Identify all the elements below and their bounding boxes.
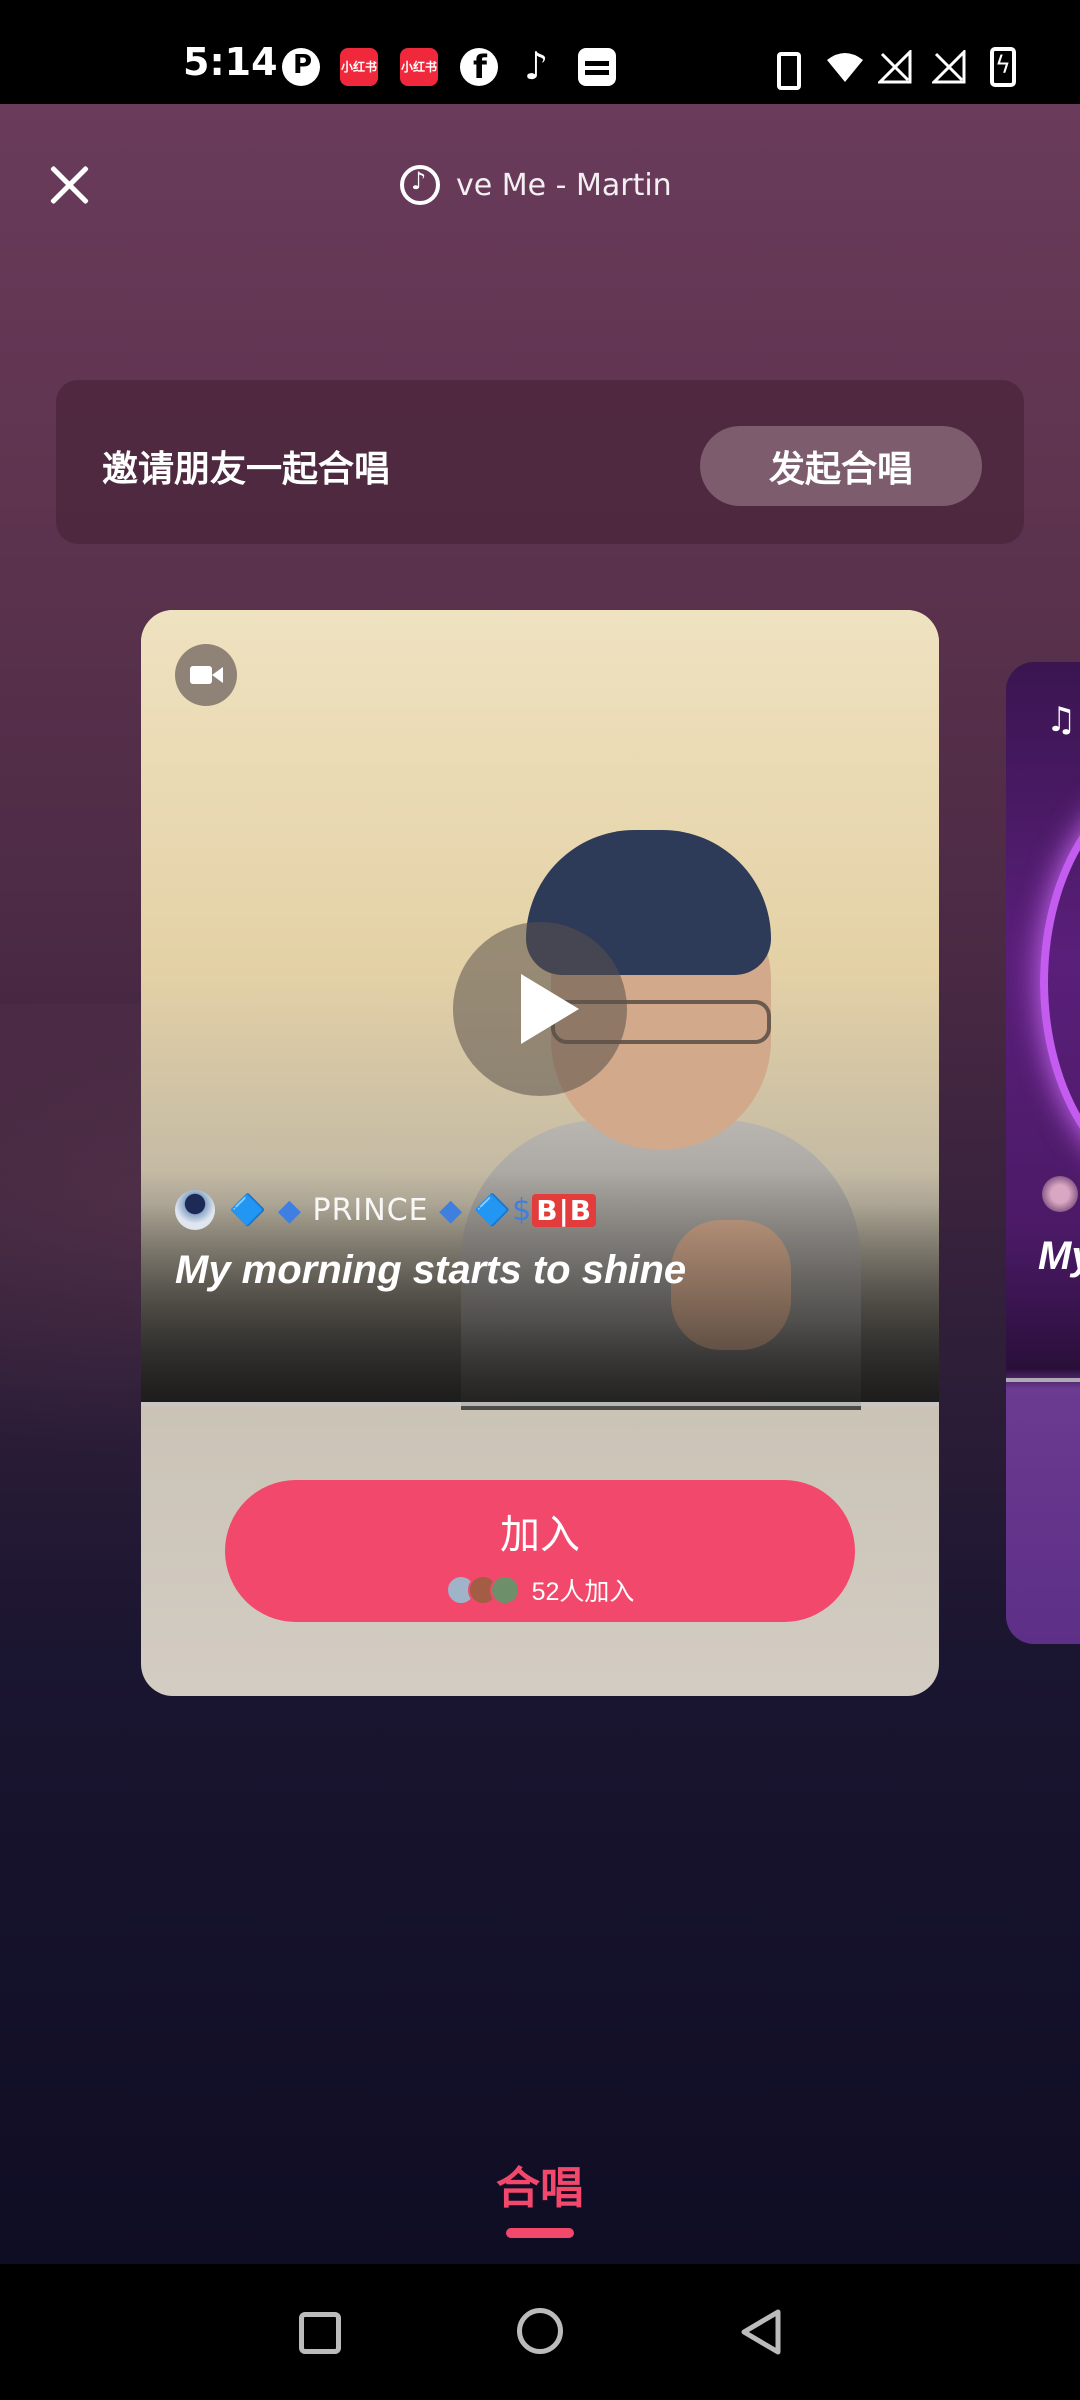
back-icon[interactable] — [738, 2308, 782, 2356]
wifi-icon — [827, 53, 863, 82]
user-info[interactable]: 🔷 ◆ PRINCE ◆ 🔷$ B|B — [175, 1180, 597, 1240]
join-button[interactable]: 加入 52人加入 — [225, 1480, 855, 1622]
song-info[interactable]: ve Me - Martin — [400, 160, 726, 210]
avatar — [1042, 1176, 1078, 1212]
navigation-bar — [0, 2264, 1080, 2400]
progress-line — [141, 1402, 939, 1406]
next-lyric-line: My — [1038, 1234, 1080, 1278]
user-name: 🔷 ◆ PRINCE ◆ 🔷$ B|B — [229, 1193, 597, 1228]
xiaohongshu-icon: 小红书 — [400, 48, 438, 86]
p-app-icon — [282, 48, 320, 86]
invite-bar: 邀请朋友一起合唱 发起合唱 — [56, 380, 1024, 544]
message-icon — [578, 48, 616, 86]
recent-apps-icon[interactable] — [299, 2312, 341, 2354]
play-icon[interactable] — [453, 922, 627, 1096]
status-bar: 5:14 小红书 小红书 — [0, 0, 1080, 104]
join-meta: 52人加入 — [225, 1572, 855, 1608]
avatar — [489, 1575, 520, 1605]
battery-charging-icon — [990, 47, 1016, 87]
vibrate-icon — [768, 48, 802, 90]
status-time: 5:14 — [183, 40, 278, 84]
music-disc-icon — [400, 165, 440, 205]
next-chorus-card[interactable]: ♫ My — [1006, 662, 1080, 1644]
tiktok-icon — [518, 44, 556, 88]
lyric-line: My morning starts to shine — [175, 1248, 687, 1292]
invite-text: 邀请朋友一起合唱 — [102, 449, 391, 490]
close-button[interactable] — [42, 158, 96, 212]
xiaohongshu-icon: 小红书 — [340, 48, 378, 86]
signal-off-icon — [932, 50, 966, 84]
signal-off-icon — [878, 50, 912, 84]
tab-chorus[interactable]: 合唱 — [0, 2152, 1080, 2216]
join-count: 52人加入 — [531, 1578, 635, 1606]
joined-avatars — [445, 1575, 520, 1605]
chorus-card[interactable]: 🔷 ◆ PRINCE ◆ 🔷$ B|B My morning starts to … — [141, 610, 939, 1696]
start-chorus-button[interactable]: 发起合唱 — [700, 426, 982, 506]
tab-indicator — [506, 2228, 574, 2238]
song-title: ve Me - Martin — [456, 167, 672, 203]
home-icon[interactable] — [517, 2308, 563, 2354]
facebook-icon — [460, 48, 498, 86]
music-note-icon: ♫ — [1046, 700, 1077, 740]
avatar[interactable] — [175, 1190, 215, 1230]
join-label: 加入 — [500, 1513, 580, 1557]
video-preview[interactable]: 🔷 ◆ PRINCE ◆ 🔷$ B|B My morning starts to … — [141, 610, 939, 1410]
video-camera-icon — [175, 644, 237, 706]
